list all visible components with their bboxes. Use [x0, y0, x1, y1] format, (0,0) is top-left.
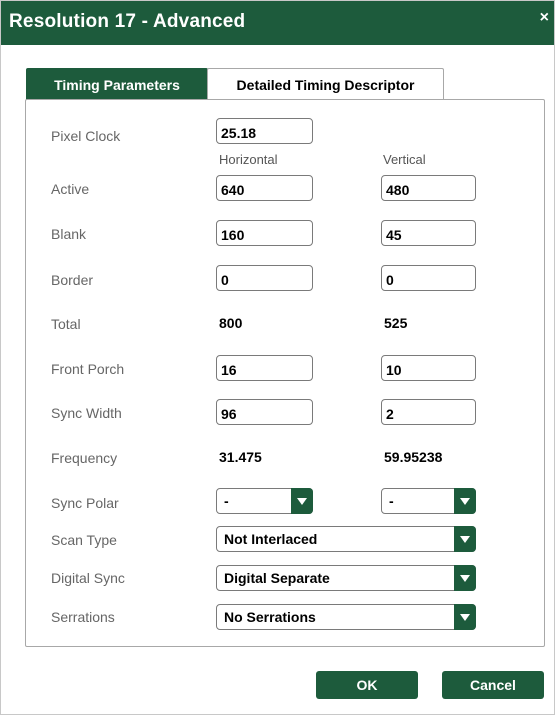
- tab-timing-parameters[interactable]: Timing Parameters: [26, 68, 208, 100]
- sync-width-vertical-input[interactable]: [381, 399, 476, 425]
- sync-polar-vertical-select[interactable]: -: [381, 488, 476, 514]
- sync-width-label: Sync Width: [51, 405, 122, 421]
- frequency-vertical-value: 59.95238: [384, 449, 443, 465]
- dialog-window: Resolution 17 - Advanced × Timing Parame…: [0, 0, 555, 715]
- front-porch-label: Front Porch: [51, 361, 125, 377]
- ok-button-label: OK: [356, 677, 378, 693]
- scan-type-label: Scan Type: [51, 532, 117, 548]
- sync-polar-label: Sync Polar: [51, 495, 119, 511]
- chevron-down-icon[interactable]: [454, 488, 476, 514]
- chevron-down-icon[interactable]: [454, 604, 476, 630]
- title-bar: Resolution 17 - Advanced ×: [1, 1, 554, 45]
- total-horizontal-value: 800: [219, 315, 243, 331]
- scan-type-select[interactable]: Not Interlaced: [216, 526, 476, 552]
- close-icon[interactable]: ×: [540, 9, 549, 27]
- vertical-column-header: Vertical: [383, 152, 426, 167]
- digital-sync-select[interactable]: Digital Separate: [216, 565, 476, 591]
- scan-type-value: Not Interlaced: [224, 531, 318, 547]
- serrations-label: Serrations: [51, 609, 115, 625]
- border-vertical-input[interactable]: [381, 265, 476, 291]
- blank-vertical-input[interactable]: [381, 220, 476, 246]
- cancel-button-label: Cancel: [470, 677, 516, 693]
- cancel-button[interactable]: Cancel: [442, 671, 544, 699]
- chevron-down-icon[interactable]: [291, 488, 313, 514]
- dialog-title: Resolution 17 - Advanced: [9, 11, 246, 32]
- blank-label: Blank: [51, 226, 87, 242]
- horizontal-column-header: Horizontal: [219, 152, 278, 167]
- sync-polar-horizontal-value: -: [224, 493, 229, 509]
- pixel-clock-input[interactable]: [216, 118, 313, 144]
- tab-detailed-timing-descriptor[interactable]: Detailed Timing Descriptor: [207, 68, 444, 100]
- digital-sync-label: Digital Sync: [51, 570, 125, 586]
- active-vertical-input[interactable]: [381, 175, 476, 201]
- tab-detailed-timing-descriptor-label: Detailed Timing Descriptor: [236, 76, 415, 93]
- serrations-select[interactable]: No Serrations: [216, 604, 476, 630]
- serrations-value: No Serrations: [224, 609, 316, 625]
- sync-width-horizontal-input[interactable]: [216, 399, 313, 425]
- ok-button[interactable]: OK: [316, 671, 418, 699]
- border-horizontal-input[interactable]: [216, 265, 313, 291]
- sync-polar-horizontal-select[interactable]: -: [216, 488, 313, 514]
- front-porch-vertical-input[interactable]: [381, 355, 476, 381]
- front-porch-horizontal-input[interactable]: [216, 355, 313, 381]
- frequency-horizontal-value: 31.475: [219, 449, 262, 465]
- total-label: Total: [51, 316, 81, 332]
- pixel-clock-label: Pixel Clock: [51, 128, 121, 144]
- digital-sync-value: Digital Separate: [224, 570, 330, 586]
- border-label: Border: [51, 272, 94, 288]
- active-label: Active: [51, 181, 90, 197]
- tab-timing-parameters-label: Timing Parameters: [54, 76, 180, 93]
- frequency-label: Frequency: [51, 450, 118, 466]
- chevron-down-icon[interactable]: [454, 565, 476, 591]
- active-horizontal-input[interactable]: [216, 175, 313, 201]
- chevron-down-icon[interactable]: [454, 526, 476, 552]
- sync-polar-vertical-value: -: [389, 493, 394, 509]
- total-vertical-value: 525: [384, 315, 408, 331]
- blank-horizontal-input[interactable]: [216, 220, 313, 246]
